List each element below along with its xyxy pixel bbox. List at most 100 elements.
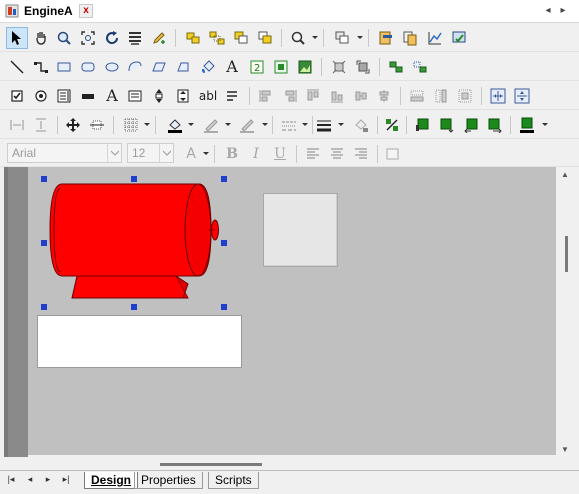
font-size-select[interactable]: 12 bbox=[127, 143, 174, 163]
fill-color-icon[interactable] bbox=[164, 114, 186, 136]
text-align-left-icon[interactable] bbox=[302, 143, 324, 165]
selection-handle[interactable] bbox=[41, 304, 47, 310]
numeric-display-icon[interactable]: 2 bbox=[246, 56, 268, 78]
scroll-up-icon[interactable]: ▲ bbox=[561, 170, 569, 179]
rounded-rect-icon[interactable] bbox=[77, 56, 99, 78]
align-bottom-icon[interactable] bbox=[326, 85, 348, 107]
align-left-icon[interactable] bbox=[255, 85, 277, 107]
swap-colors-icon[interactable] bbox=[381, 114, 403, 136]
properties-icon[interactable] bbox=[375, 27, 397, 49]
checkbox-tool-icon[interactable] bbox=[6, 85, 28, 107]
font-family-select[interactable]: Arial bbox=[7, 143, 122, 163]
last-page-icon[interactable]: ▸| bbox=[61, 474, 71, 485]
selection-handle[interactable] bbox=[221, 304, 227, 310]
fill-erase-icon[interactable] bbox=[350, 114, 372, 136]
next-page-icon[interactable]: ▸ bbox=[43, 474, 53, 485]
scroll-down-icon[interactable]: ▼ bbox=[561, 445, 569, 454]
space-horizontal-icon[interactable] bbox=[487, 85, 509, 107]
edit-field-icon[interactable]: abl bbox=[197, 85, 219, 107]
line-style-dropdown-icon[interactable] bbox=[302, 123, 308, 126]
align-top-icon[interactable] bbox=[302, 85, 324, 107]
edit-pencil-icon[interactable] bbox=[148, 27, 170, 49]
text-color-pen-icon[interactable] bbox=[236, 114, 258, 136]
image-tool-icon[interactable] bbox=[294, 56, 316, 78]
tab-scripts[interactable]: Scripts bbox=[208, 472, 259, 489]
text-tool-icon[interactable]: A bbox=[221, 56, 243, 78]
selection-handle[interactable] bbox=[41, 176, 47, 182]
shadow-br-icon[interactable] bbox=[484, 114, 506, 136]
layers-dropdown-icon[interactable] bbox=[357, 36, 363, 39]
pointer-icon[interactable] bbox=[6, 27, 28, 49]
first-page-icon[interactable]: |◂ bbox=[6, 474, 16, 485]
selection-handle[interactable] bbox=[131, 304, 137, 310]
shadow-bl-icon[interactable] bbox=[460, 114, 482, 136]
alarm-display-icon[interactable] bbox=[270, 56, 292, 78]
tab-properties[interactable]: Properties bbox=[134, 472, 203, 489]
selection-handle[interactable] bbox=[221, 176, 227, 182]
grid-dropdown-icon[interactable] bbox=[144, 123, 150, 126]
font-color-button[interactable]: A bbox=[180, 143, 202, 165]
selection-handle[interactable] bbox=[221, 240, 227, 246]
selection-handle[interactable] bbox=[131, 176, 137, 182]
listbox-tool-icon[interactable] bbox=[53, 85, 75, 107]
rectangle-icon[interactable] bbox=[53, 56, 75, 78]
same-width-icon[interactable] bbox=[406, 85, 428, 107]
horizontal-scrollbar[interactable] bbox=[28, 455, 556, 468]
copy-doc-icon[interactable] bbox=[399, 27, 421, 49]
polygon-icon[interactable] bbox=[172, 56, 194, 78]
chart-icon[interactable] bbox=[424, 27, 446, 49]
fill-bucket-icon[interactable] bbox=[197, 56, 219, 78]
line-style-icon[interactable] bbox=[278, 114, 300, 136]
grid-icon[interactable] bbox=[120, 114, 142, 136]
updown-tool-icon[interactable] bbox=[172, 85, 194, 107]
document-title[interactable]: EngineA bbox=[24, 4, 73, 18]
prev-page-icon[interactable]: ◂ bbox=[25, 474, 35, 485]
same-size-icon[interactable] bbox=[454, 85, 476, 107]
panel-box[interactable] bbox=[263, 193, 338, 267]
text-color-dropdown-icon[interactable] bbox=[262, 123, 268, 126]
arc-icon[interactable] bbox=[124, 56, 146, 78]
rotate-icon[interactable] bbox=[328, 56, 350, 78]
refresh-icon[interactable] bbox=[101, 27, 123, 49]
text-align-right-icon[interactable] bbox=[350, 143, 372, 165]
send-back-icon[interactable] bbox=[230, 27, 252, 49]
horizontal-scroll-thumb[interactable] bbox=[160, 463, 262, 466]
align-center-icon[interactable] bbox=[373, 85, 395, 107]
vertical-scrollbar[interactable] bbox=[556, 167, 573, 457]
underline-button[interactable]: U bbox=[269, 143, 291, 165]
close-icon[interactable]: x bbox=[79, 4, 93, 18]
bring-list-icon[interactable] bbox=[124, 27, 146, 49]
fill-color-dropdown-icon[interactable] bbox=[188, 123, 194, 126]
slider-bar-icon[interactable] bbox=[77, 85, 99, 107]
space-across-icon[interactable] bbox=[6, 114, 28, 136]
label-tool-icon[interactable]: A bbox=[101, 85, 123, 107]
layers-icon[interactable] bbox=[331, 27, 353, 49]
pan-hand-icon[interactable] bbox=[30, 27, 52, 49]
textbox-tool-icon[interactable] bbox=[124, 85, 146, 107]
ellipse-icon[interactable] bbox=[101, 56, 123, 78]
same-height-icon[interactable] bbox=[430, 85, 452, 107]
scroll-right-icon[interactable]: ▸ bbox=[556, 3, 570, 19]
line-width-icon[interactable] bbox=[313, 114, 335, 136]
move-icon[interactable] bbox=[62, 114, 84, 136]
font-color-dropdown-icon[interactable] bbox=[203, 152, 209, 155]
line-color-dropdown-icon[interactable] bbox=[225, 123, 231, 126]
line-color-icon[interactable] bbox=[200, 114, 222, 136]
zoom-dropdown-icon[interactable] bbox=[312, 36, 318, 39]
text-box[interactable] bbox=[37, 315, 242, 368]
bg-color-dropdown-icon[interactable] bbox=[542, 123, 548, 126]
nudge-icon[interactable] bbox=[86, 114, 108, 136]
shadow-tl-icon[interactable] bbox=[411, 114, 433, 136]
radio-tool-icon[interactable] bbox=[30, 85, 52, 107]
text-frame-icon[interactable] bbox=[382, 143, 404, 165]
bg-color-icon[interactable] bbox=[516, 114, 538, 136]
chevron-down-icon[interactable] bbox=[107, 144, 121, 162]
multiline-tool-icon[interactable] bbox=[221, 85, 243, 107]
motor-symbol[interactable] bbox=[44, 180, 224, 304]
text-align-center-icon[interactable] bbox=[326, 143, 348, 165]
picture-check-icon[interactable] bbox=[448, 27, 470, 49]
space-vertical-icon[interactable] bbox=[511, 85, 533, 107]
align-middle-icon[interactable] bbox=[350, 85, 372, 107]
group-icon[interactable] bbox=[182, 27, 204, 49]
space-down-icon[interactable] bbox=[30, 114, 52, 136]
